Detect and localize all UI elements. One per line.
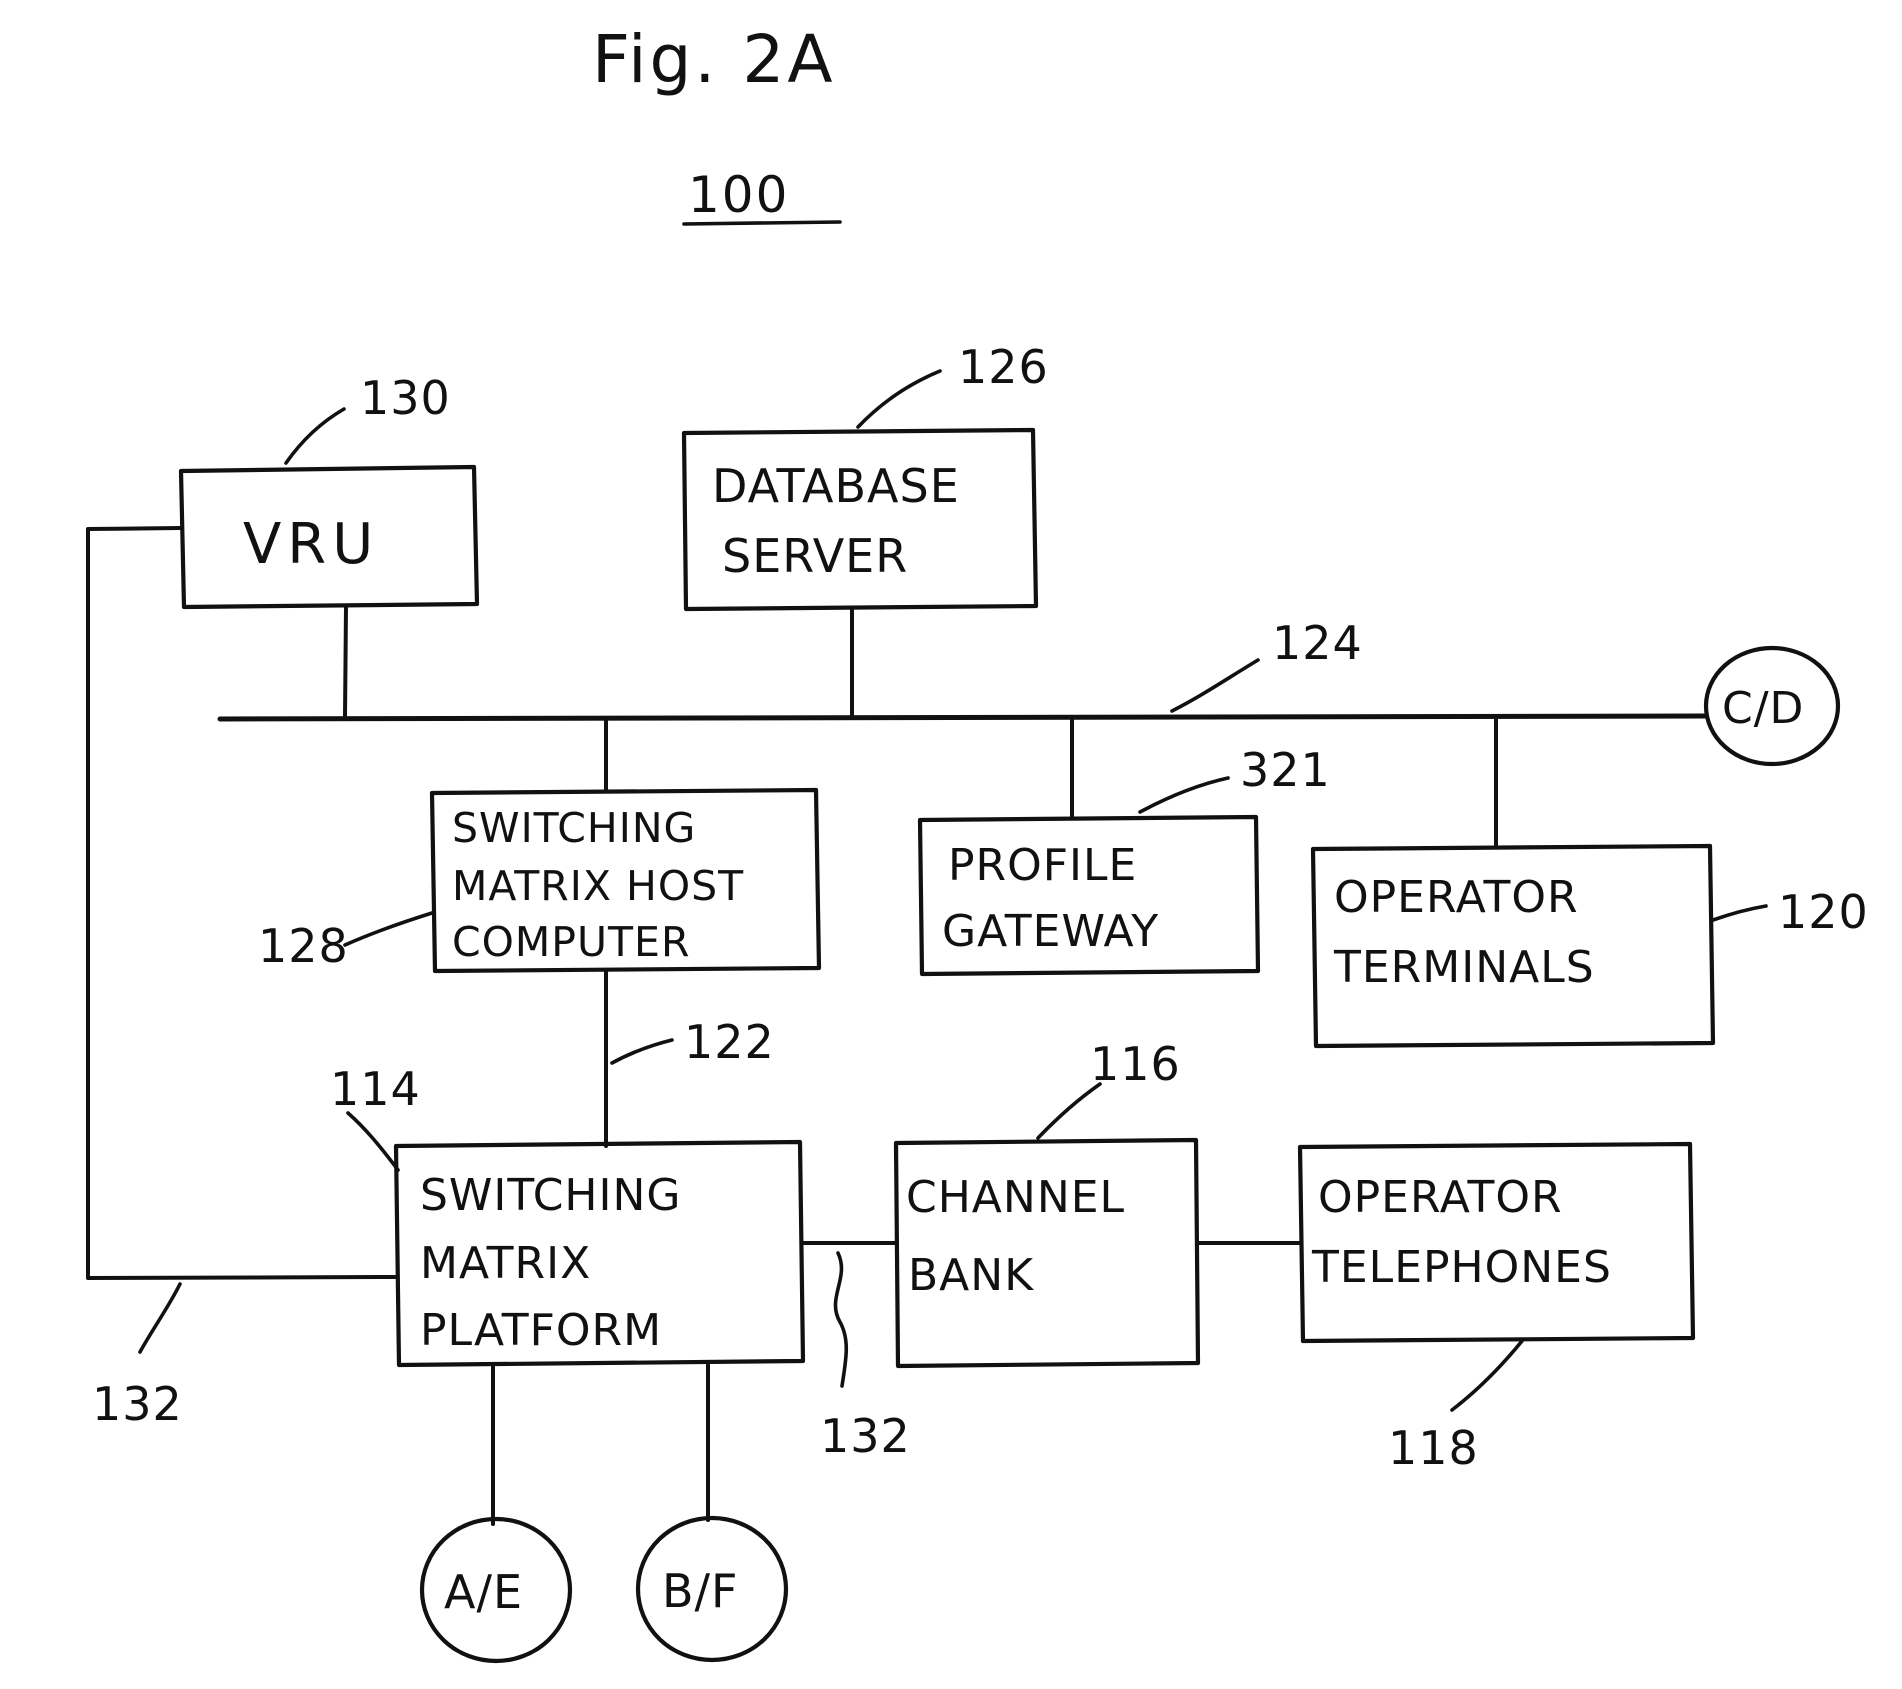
ref-132-left: 132 [92, 1377, 183, 1431]
vru-label: VRU [243, 512, 379, 577]
ref-321: 321 [1240, 743, 1331, 797]
ref-128-leader [343, 911, 434, 947]
ref-114-leader [346, 1111, 400, 1172]
diagram-svg: Fig. 2A 100 124 VRU 130 DATABASE SERVER … [86, 21, 1869, 1664]
ref-118-leader [1450, 1339, 1524, 1412]
ref-132-left-leader [138, 1282, 182, 1354]
ref-120: 120 [1778, 885, 1869, 939]
smhc-label-line-3: COMPUTER [452, 918, 690, 966]
smhc-label-line-2: MATRIX HOST [452, 862, 744, 910]
profile-gateway-label-line-2: GATEWAY [942, 906, 1159, 957]
profile-gateway-label-line-1: PROFILE [948, 840, 1137, 891]
smp-label-line-3: PLATFORM [420, 1305, 662, 1356]
vru-to-bus-line [343, 605, 348, 719]
figure-canvas: Fig. 2A 100 124 VRU 130 DATABASE SERVER … [0, 0, 1902, 1689]
system-label: 100 [688, 166, 789, 224]
ref-124: 124 [1272, 616, 1363, 670]
database-server-label-line-1: DATABASE [712, 459, 960, 513]
ref-126-leader [856, 369, 942, 429]
ref-116: 116 [1090, 1037, 1181, 1091]
ref-130-leader [284, 407, 346, 465]
bus-124-leader [1170, 658, 1260, 713]
bus-124 [217, 713, 1708, 722]
vru-to-platform-line-132 [86, 526, 398, 1280]
smp-label-line-1: SWITCHING [420, 1170, 682, 1221]
ref-126: 126 [958, 340, 1049, 394]
database-server-label-line-2: SERVER [722, 529, 908, 583]
ref-120-leader [1711, 904, 1768, 922]
ref-321-leader [1138, 776, 1230, 814]
ref-128: 128 [258, 919, 349, 973]
ref-114: 114 [330, 1062, 421, 1116]
ref-122-leader [610, 1038, 674, 1065]
smhc-label-line-1: SWITCHING [452, 804, 696, 852]
smp-label-line-2: MATRIX [420, 1238, 591, 1289]
channel-bank-label-line-1: CHANNEL [906, 1172, 1125, 1223]
channel-bank-label-line-2: BANK [908, 1250, 1034, 1301]
figure-title: Fig. 2A [592, 21, 836, 98]
ref-132-center-leader [833, 1251, 849, 1388]
ref-132-center: 132 [820, 1409, 911, 1463]
ref-122: 122 [684, 1015, 775, 1069]
operator-telephones-label-line-1: OPERATOR [1318, 1172, 1563, 1223]
ref-130: 130 [360, 371, 451, 425]
ae-terminal-label: A/E [444, 1565, 523, 1619]
cd-terminal-label: C/D [1722, 683, 1804, 734]
operator-terminals-label-line-1: OPERATOR [1334, 872, 1579, 923]
bf-terminal-label: B/F [662, 1564, 739, 1618]
ref-116-leader [1036, 1082, 1102, 1140]
ref-118: 118 [1388, 1421, 1479, 1475]
operator-terminals-label-line-2: TERMINALS [1333, 942, 1595, 993]
operator-telephones-label-line-2: TELEPHONES [1311, 1242, 1612, 1293]
system-label-underline [682, 220, 842, 226]
